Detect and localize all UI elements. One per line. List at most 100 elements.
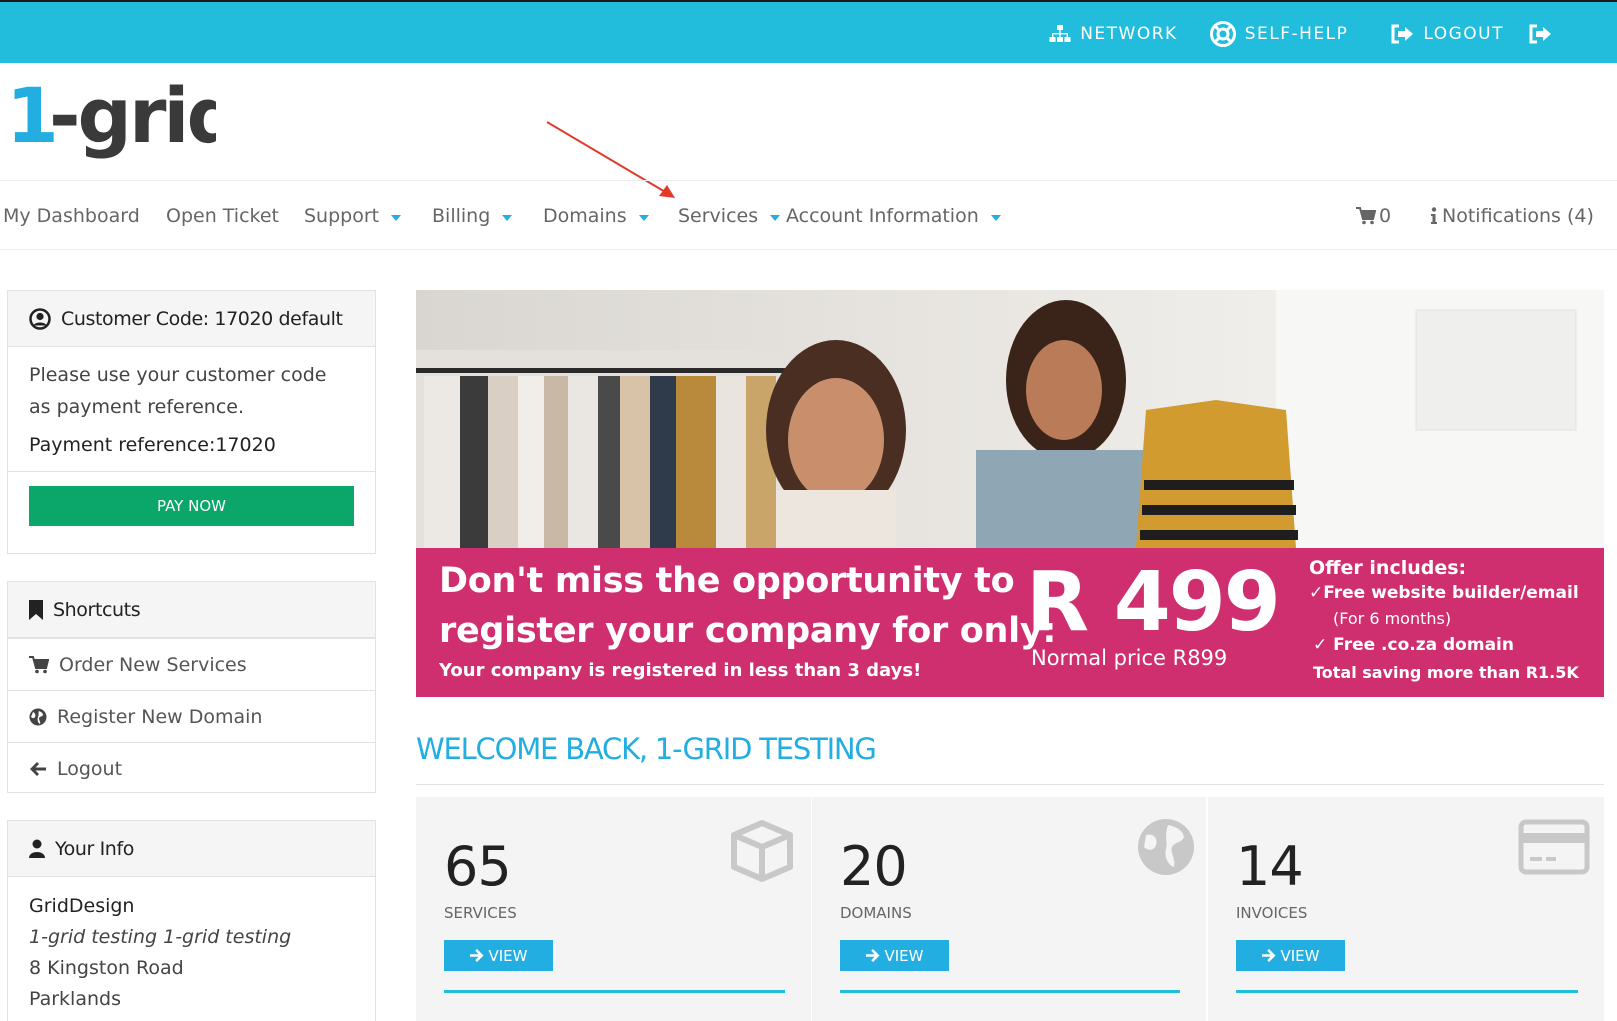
cart-icon	[1356, 207, 1376, 225]
shortcut-order-new-services[interactable]: Order New Services	[8, 638, 375, 690]
nav-my-dashboard-label: My Dashboard	[3, 205, 140, 227]
your-info-header: Your Info	[8, 821, 375, 877]
stat-label: INVOICES	[1236, 904, 1308, 922]
logout-icon-button[interactable]	[1528, 24, 1561, 44]
nav-billing-label: Billing	[432, 205, 491, 227]
offer-total: Total saving more than R1.5K	[1313, 663, 1579, 682]
shortcut-label: Logout	[57, 757, 123, 780]
shortcut-logout[interactable]: Logout	[8, 742, 375, 794]
logout-label: LOGOUT	[1423, 23, 1504, 44]
welcome-divider	[416, 784, 1604, 785]
stat-label: SERVICES	[444, 904, 517, 922]
offer-item: ✓Free website builder/email	[1309, 583, 1579, 603]
offer-item-note: (For 6 months)	[1333, 609, 1452, 628]
payment-reference-message: Please use your customer code as payment…	[29, 364, 327, 418]
view-label: VIEW	[1280, 946, 1320, 965]
customer-code-panel: Customer Code: 17020 default Please use …	[7, 290, 376, 554]
shortcuts-panel: Shortcuts Order New Services Register Ne…	[7, 581, 376, 793]
nav-support-label: Support	[304, 205, 380, 227]
payment-reference: Payment reference:17020	[29, 434, 276, 456]
banner-headline-line1: Don't miss the opportunity to	[439, 561, 1015, 601]
caret-down-icon	[990, 214, 1001, 221]
banner-photo	[416, 290, 1604, 548]
main-nav: My Dashboard Open Ticket Support Billing…	[0, 180, 1617, 250]
banner-headline-line2: register your company for only:	[439, 611, 1057, 651]
info-name: 1-grid testing 1-grid testing	[29, 926, 292, 948]
bookmark-icon	[29, 599, 43, 620]
pay-now-wrap: PAY NOW	[8, 471, 375, 541]
view-domains-button[interactable]: VIEW	[840, 940, 949, 971]
offer-title: Offer includes:	[1309, 557, 1467, 579]
nav-notifications[interactable]: Notifications (4)	[1430, 181, 1594, 251]
nav-my-dashboard[interactable]: My Dashboard	[3, 181, 140, 251]
stat-underline	[840, 990, 1180, 993]
banner-price: R 499	[1026, 555, 1281, 650]
nav-services[interactable]: Services	[678, 181, 781, 251]
nav-open-ticket[interactable]: Open Ticket	[166, 181, 279, 251]
sign-out-icon	[1391, 24, 1414, 43]
view-label: VIEW	[884, 946, 924, 965]
caret-down-icon	[502, 214, 513, 221]
user-circle-icon	[29, 307, 51, 330]
logo-grid: -grid	[49, 80, 216, 160]
arrow-right-icon	[1261, 949, 1275, 962]
stat-card-invoices: 14 INVOICES VIEW	[1208, 797, 1604, 1021]
clothing-rack-illustration	[416, 290, 1604, 548]
stat-card-services: 65 SERVICES VIEW	[416, 797, 811, 1021]
info-suburb: Parklands	[29, 988, 121, 1010]
logout-link[interactable]: LOGOUT	[1390, 24, 1504, 44]
network-label: NETWORK	[1080, 23, 1178, 44]
pay-now-button[interactable]: PAY NOW	[29, 486, 354, 526]
nav-support[interactable]: Support	[304, 181, 402, 251]
view-invoices-button[interactable]: VIEW	[1236, 940, 1345, 971]
credit-card-icon	[1518, 819, 1590, 875]
top-bar: NETWORK SELF-HELP LOGOUT	[0, 0, 1617, 63]
caret-down-icon	[770, 214, 781, 221]
stat-count: 20	[840, 835, 908, 898]
cart-icon	[29, 655, 49, 673]
notifications-label: Notifications (4)	[1442, 205, 1594, 227]
view-services-button[interactable]: VIEW	[444, 940, 553, 971]
caret-down-icon	[638, 214, 649, 221]
stat-count: 65	[444, 835, 512, 898]
shortcut-label: Register New Domain	[57, 705, 263, 728]
your-info-title: Your Info	[55, 837, 134, 860]
shortcuts-title: Shortcuts	[53, 598, 141, 621]
cart-count: 0	[1379, 205, 1392, 227]
your-info-body: GridDesign 1-grid testing 1-grid testing…	[8, 877, 375, 1021]
promo-banner[interactable]: Don't miss the opportunity to register y…	[416, 290, 1604, 697]
caret-down-icon	[391, 214, 402, 221]
welcome-heading: WELCOME BACK, 1-GRID TESTING	[416, 732, 877, 766]
top-bar-nav: NETWORK SELF-HELP LOGOUT	[1017, 2, 1561, 65]
nav-open-ticket-label: Open Ticket	[166, 205, 279, 227]
info-company: GridDesign	[29, 895, 135, 917]
nav-domains[interactable]: Domains	[543, 181, 649, 251]
life-ring-icon	[1209, 20, 1236, 47]
nav-billing[interactable]: Billing	[432, 181, 513, 251]
customer-code-title: Customer Code: 17020 default	[61, 307, 343, 330]
info-street: 8 Kingston Road	[29, 957, 184, 979]
nav-services-label: Services	[678, 205, 759, 227]
nav-cart[interactable]: 0	[1356, 181, 1391, 251]
sign-out-icon	[1529, 24, 1551, 43]
info-icon	[1431, 207, 1437, 224]
banner-strip: Don't miss the opportunity to register y…	[416, 548, 1604, 697]
stat-label: DOMAINS	[840, 904, 912, 922]
stat-underline	[444, 990, 785, 993]
view-label: VIEW	[488, 946, 528, 965]
shortcut-label: Order New Services	[59, 653, 247, 676]
self-help-label: SELF-HELP	[1244, 23, 1349, 44]
globe-icon	[1138, 819, 1194, 875]
sitemap-icon	[1049, 24, 1071, 42]
nav-account-information[interactable]: Account Information	[786, 181, 1001, 251]
customer-code-body: Please use your customer code as payment…	[8, 347, 375, 471]
logo[interactable]: 1 -grid	[6, 80, 216, 164]
arrow-right-icon	[865, 949, 879, 962]
network-link[interactable]: NETWORK	[1049, 24, 1178, 44]
shortcut-register-new-domain[interactable]: Register New Domain	[8, 690, 375, 742]
self-help-link[interactable]: SELF-HELP	[1209, 20, 1349, 47]
your-info-panel: Your Info GridDesign 1-grid testing 1-gr…	[7, 820, 376, 1021]
box-icon	[731, 820, 793, 882]
shortcuts-header: Shortcuts	[8, 582, 375, 638]
stat-card-domains: 20 DOMAINS VIEW	[812, 797, 1206, 1021]
